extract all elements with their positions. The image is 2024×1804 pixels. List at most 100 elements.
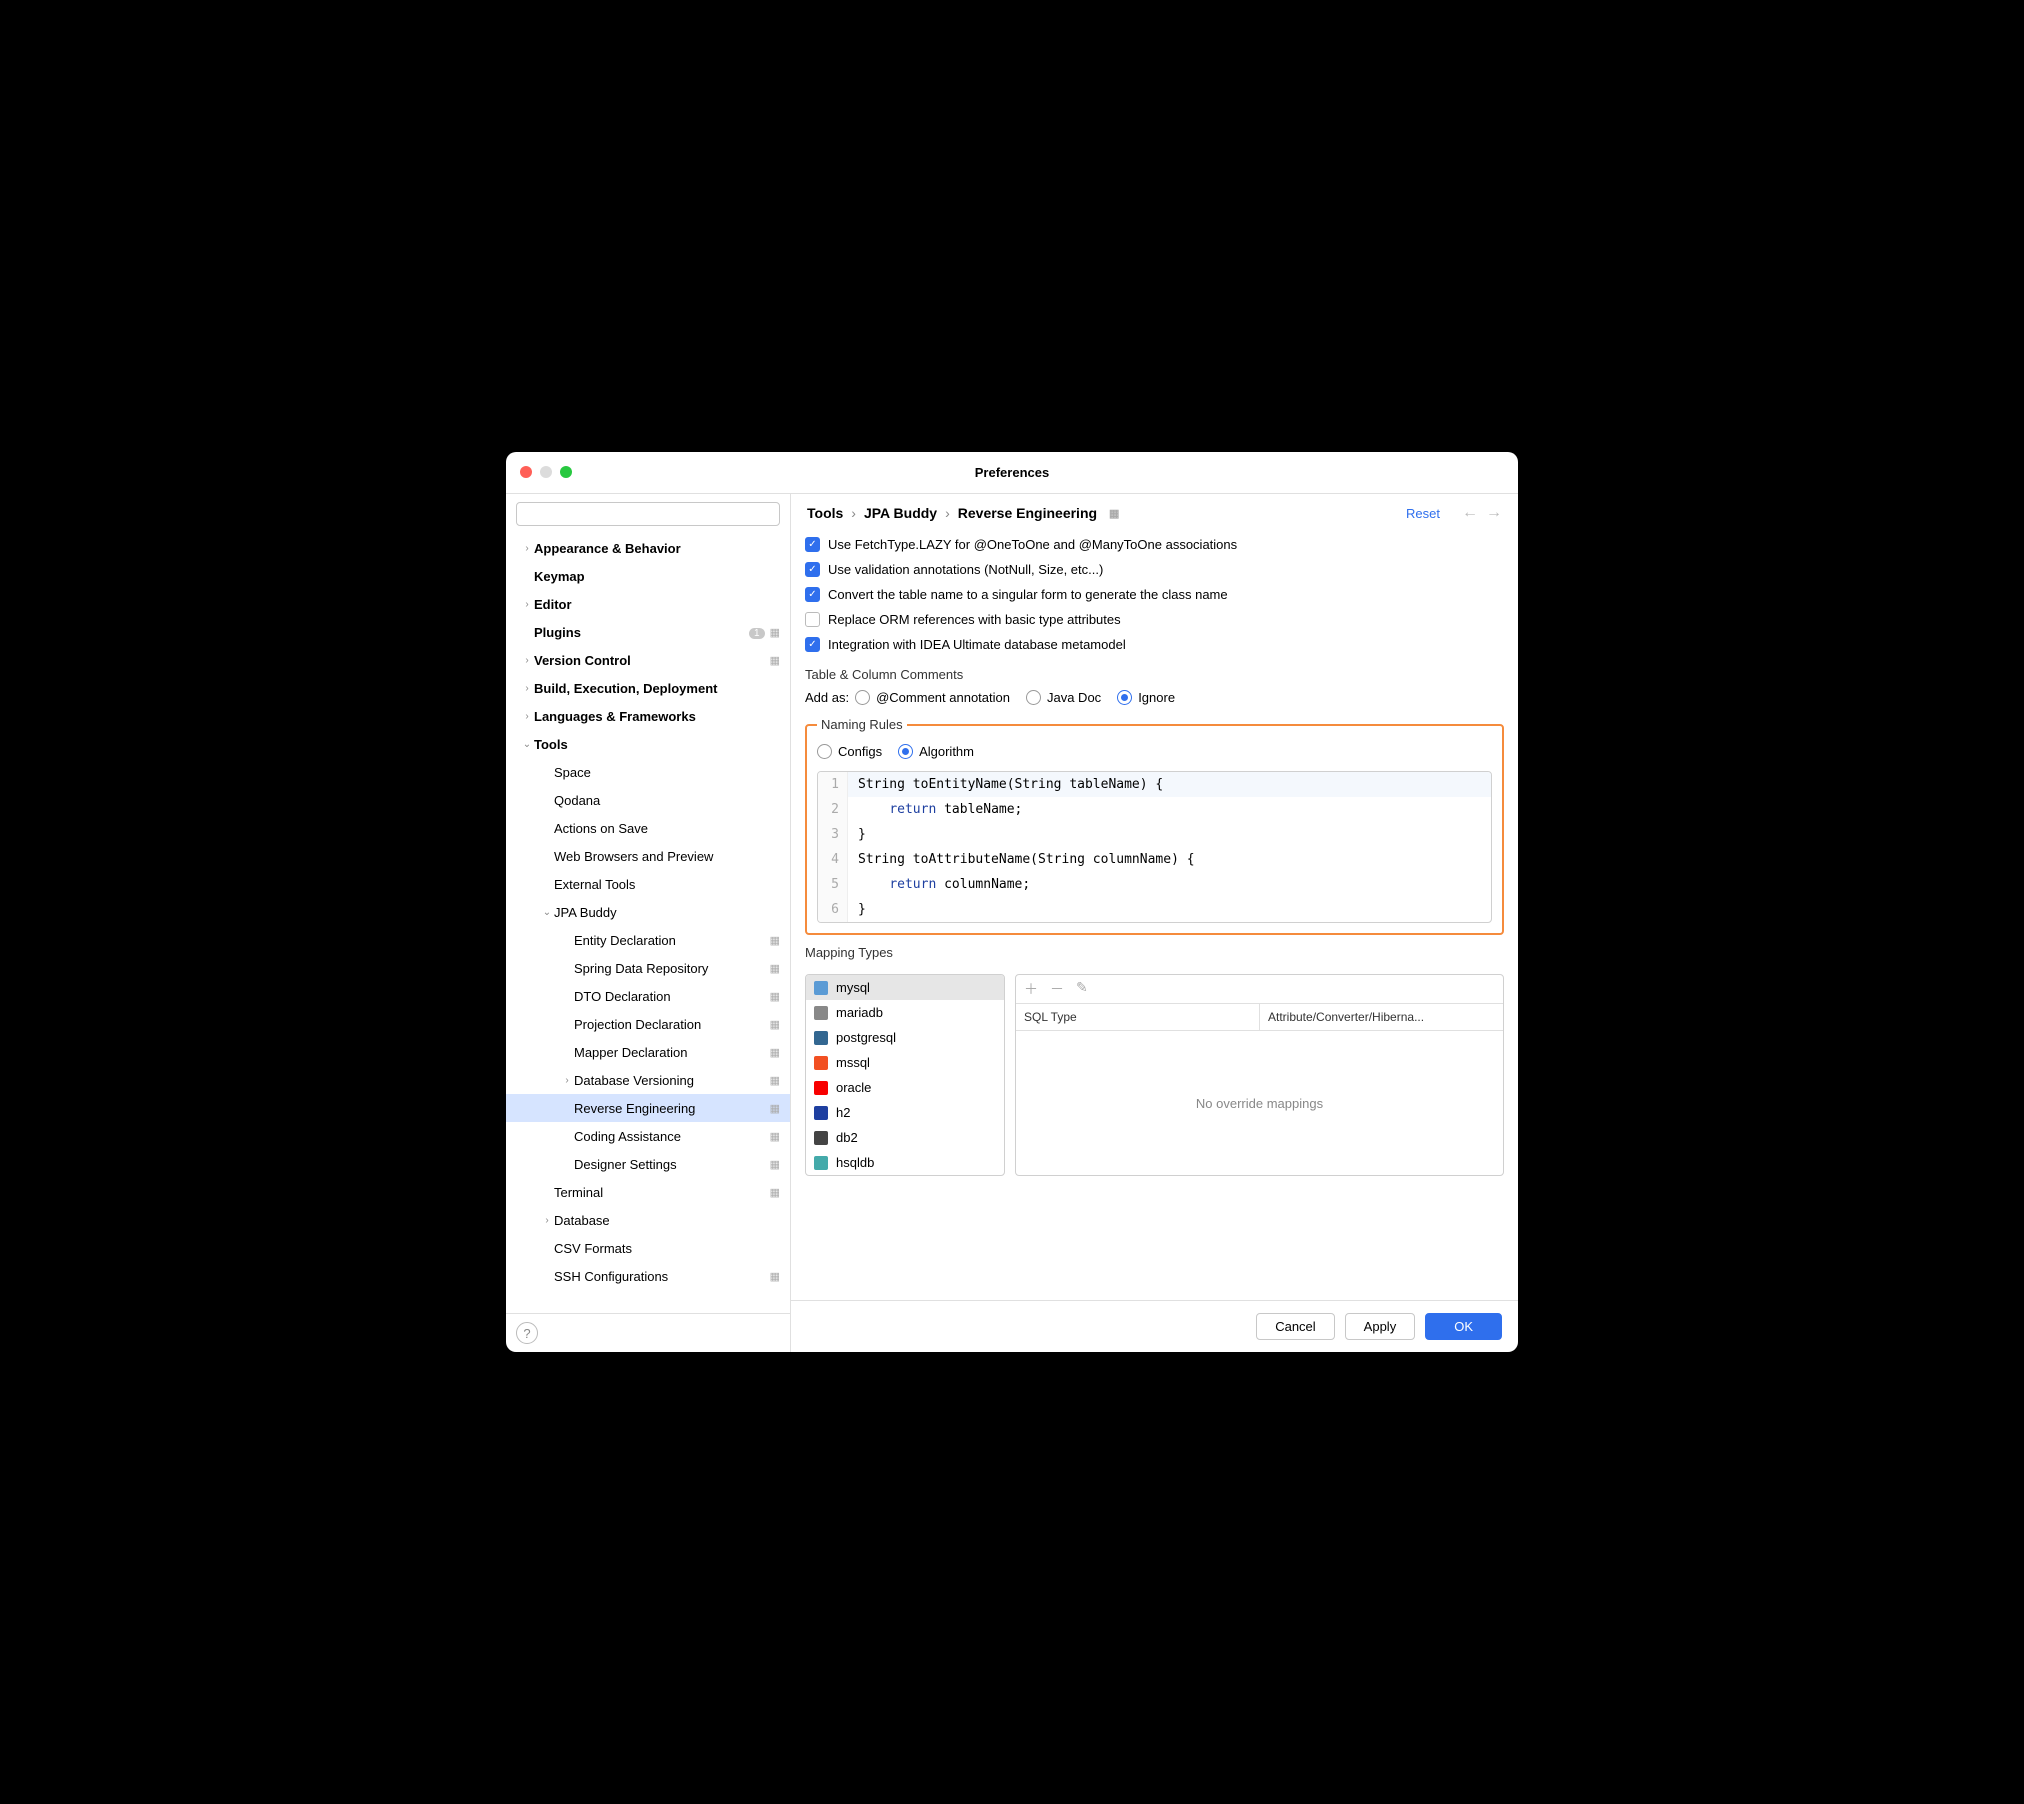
sidebar-item-label: Database <box>554 1213 610 1228</box>
crumb-jpa-buddy[interactable]: JPA Buddy <box>864 505 937 521</box>
checkbox-row[interactable]: Replace ORM references with basic type a… <box>805 607 1504 632</box>
sidebar-item-projection-declaration[interactable]: Projection Declaration▦ <box>506 1010 790 1038</box>
sidebar-item-csv-formats[interactable]: CSV Formats <box>506 1234 790 1262</box>
sidebar-item-label: DTO Declaration <box>574 989 671 1004</box>
sidebar-item-label: Plugins <box>534 625 581 640</box>
sidebar-item-designer-settings[interactable]: Designer Settings▦ <box>506 1150 790 1178</box>
edit-mapping-icon: ✎ <box>1076 979 1088 999</box>
sidebar-item-label: Mapper Declaration <box>574 1045 687 1060</box>
sidebar-item-label: Actions on Save <box>554 821 648 836</box>
attr-header[interactable]: Attribute/Converter/Hiberna... <box>1260 1004 1503 1030</box>
minimize-icon[interactable] <box>540 466 552 478</box>
sidebar-item-database[interactable]: ›Database <box>506 1206 790 1234</box>
checkbox[interactable]: ✓ <box>805 537 820 552</box>
sidebar-item-label: Appearance & Behavior <box>534 541 681 556</box>
radio-label: @Comment annotation <box>876 690 1010 705</box>
crumb-tools[interactable]: Tools <box>807 505 843 521</box>
radio[interactable] <box>1026 690 1041 705</box>
sidebar-item-terminal[interactable]: Terminal▦ <box>506 1178 790 1206</box>
naming-rules-box: Naming Rules ConfigsAlgorithm 1String to… <box>805 717 1504 935</box>
db-item-mssql[interactable]: mssql <box>806 1050 1004 1075</box>
sidebar-item-editor[interactable]: ›Editor <box>506 590 790 618</box>
db-item-hsqldb[interactable]: hsqldb <box>806 1150 1004 1175</box>
db-item-h2[interactable]: h2 <box>806 1100 1004 1125</box>
sidebar-item-appearance-behavior[interactable]: ›Appearance & Behavior <box>506 534 790 562</box>
sidebar-item-dto-declaration[interactable]: DTO Declaration▦ <box>506 982 790 1010</box>
db-item-postgresql[interactable]: postgresql <box>806 1025 1004 1050</box>
db-icon <box>814 1131 828 1145</box>
overlay-icon: ▦ <box>770 1270 780 1283</box>
sidebar-item-languages-frameworks[interactable]: ›Languages & Frameworks <box>506 702 790 730</box>
radio[interactable] <box>1117 690 1132 705</box>
radio[interactable] <box>898 744 913 759</box>
checkbox[interactable]: ✓ <box>805 587 820 602</box>
code-text: String toAttributeName(String columnName… <box>848 847 1195 872</box>
checkbox[interactable] <box>805 612 820 627</box>
titlebar: Preferences <box>506 452 1518 494</box>
cancel-button[interactable]: Cancel <box>1256 1313 1334 1340</box>
window-title: Preferences <box>975 465 1049 480</box>
sidebar-item-mapper-declaration[interactable]: Mapper Declaration ▦ <box>506 1038 790 1066</box>
sidebar-item-label: Designer Settings <box>574 1157 677 1172</box>
sql-type-header[interactable]: SQL Type <box>1016 1004 1260 1030</box>
sidebar-item-external-tools[interactable]: External Tools <box>506 870 790 898</box>
db-item-mariadb[interactable]: mariadb <box>806 1000 1004 1025</box>
overlay-icon: ▦ <box>770 1018 780 1031</box>
code-text: } <box>848 822 866 847</box>
overlay-icon: ▦ <box>770 654 780 667</box>
nav-forward-icon[interactable]: → <box>1486 504 1502 522</box>
radio[interactable] <box>817 744 832 759</box>
sidebar: 🔍 ›Appearance & BehaviorKeymap›EditorPlu… <box>506 494 791 1352</box>
code-editor[interactable]: 1String toEntityName(String tableName) {… <box>817 771 1492 923</box>
sidebar-item-plugins[interactable]: Plugins1 ▦ <box>506 618 790 646</box>
chevron-down-icon: ⌄ <box>520 739 534 750</box>
sidebar-item-actions-on-save[interactable]: Actions on Save <box>506 814 790 842</box>
sidebar-item-coding-assistance[interactable]: Coding Assistance▦ <box>506 1122 790 1150</box>
dialog-footer: Cancel Apply OK <box>791 1300 1518 1352</box>
sidebar-item-spring-data-repository[interactable]: Spring Data Repository▦ <box>506 954 790 982</box>
maximize-icon[interactable] <box>560 466 572 478</box>
db-list: mysqlmariadbpostgresqlmssql oracle h2db2hs… <box>805 974 1005 1176</box>
sidebar-item-label: Version Control <box>534 653 631 668</box>
breadcrumb: Tools › JPA Buddy › Reverse Engineering … <box>807 505 1119 521</box>
nav-back-icon[interactable]: ← <box>1462 504 1478 522</box>
sidebar-item-qodana[interactable]: Qodana <box>506 786 790 814</box>
checkbox[interactable]: ✓ <box>805 637 820 652</box>
reset-button[interactable]: Reset <box>1406 506 1440 521</box>
db-item-mysql[interactable]: mysql <box>806 975 1004 1000</box>
checkbox-row[interactable]: ✓Use validation annotations (NotNull, Si… <box>805 557 1504 582</box>
sidebar-item-entity-declaration[interactable]: Entity Declaration▦ <box>506 926 790 954</box>
checkbox[interactable]: ✓ <box>805 562 820 577</box>
db-label: oracle <box>836 1080 871 1095</box>
sidebar-item-jpa-buddy[interactable]: ⌄JPA Buddy <box>506 898 790 926</box>
ok-button[interactable]: OK <box>1425 1313 1502 1340</box>
close-icon[interactable] <box>520 466 532 478</box>
checkbox-row[interactable]: ✓Integration with IDEA Ultimate database… <box>805 632 1504 657</box>
mapping-empty-text: No override mappings <box>1016 1031 1503 1175</box>
sidebar-item-tools[interactable]: ⌄Tools <box>506 730 790 758</box>
sidebar-item-space[interactable]: Space <box>506 758 790 786</box>
radio[interactable] <box>855 690 870 705</box>
overlay-icon: ▦ <box>770 1046 780 1059</box>
checkbox-row[interactable]: ✓Convert the table name to a singular fo… <box>805 582 1504 607</box>
sidebar-item-build-execution-deployment[interactable]: ›Build, Execution, Deployment <box>506 674 790 702</box>
db-item-db2[interactable]: db2 <box>806 1125 1004 1150</box>
help-icon[interactable]: ? <box>516 1322 538 1344</box>
db-icon <box>814 981 828 995</box>
sidebar-item-database-versioning[interactable]: ›Database Versioning▦ <box>506 1066 790 1094</box>
search-input[interactable] <box>516 502 780 526</box>
sidebar-item-web-browsers-and-preview[interactable]: Web Browsers and Preview <box>506 842 790 870</box>
radio-label: Java Doc <box>1047 690 1101 705</box>
apply-button[interactable]: Apply <box>1345 1313 1416 1340</box>
checkbox-label: Replace ORM references with basic type a… <box>828 612 1121 627</box>
add-mapping-icon[interactable]: ＋ <box>1024 979 1038 999</box>
sidebar-item-keymap[interactable]: Keymap <box>506 562 790 590</box>
sidebar-item-version-control[interactable]: ›Version Control▦ <box>506 646 790 674</box>
sidebar-item-reverse-engineering[interactable]: Reverse Engineering▦ <box>506 1094 790 1122</box>
db-item-oracle[interactable]: oracle <box>806 1075 1004 1100</box>
checkbox-row[interactable]: ✓Use FetchType.LAZY for @OneToOne and @M… <box>805 532 1504 557</box>
naming-rules-label: Naming Rules <box>817 717 907 732</box>
add-as-label: Add as: <box>805 690 849 705</box>
sidebar-item-ssh-configurations[interactable]: SSH Configurations▦ <box>506 1262 790 1290</box>
overlay-icon: ▦ <box>770 1130 780 1143</box>
